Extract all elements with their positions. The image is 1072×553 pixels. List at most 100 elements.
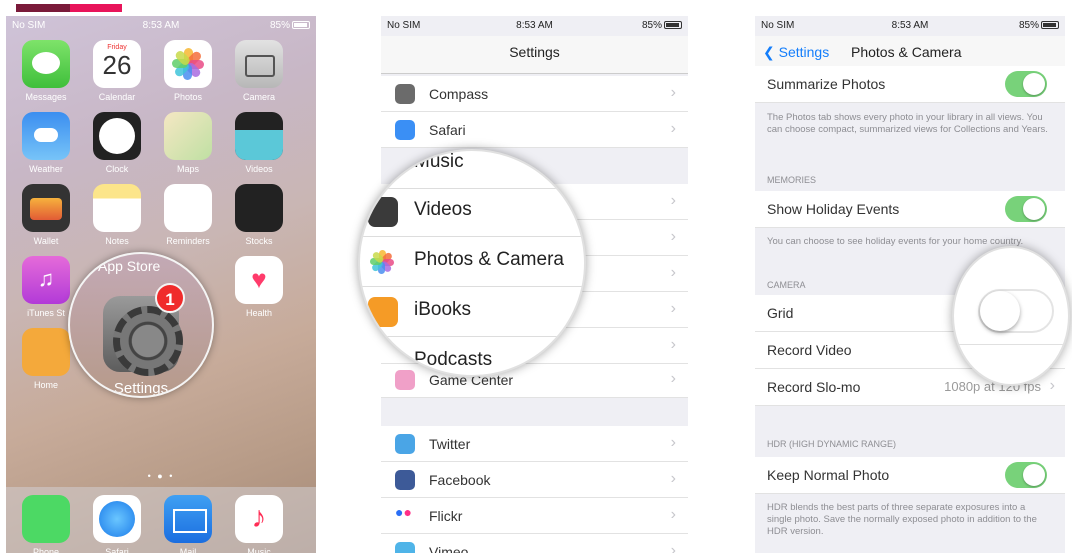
dock-music[interactable]: Music xyxy=(229,495,289,553)
status-bar: No SIM 8:53 AM 85% xyxy=(381,16,688,36)
app-itunes-st[interactable]: iTunes St xyxy=(16,256,76,318)
settings-row-safari[interactable]: Safari › xyxy=(381,112,688,148)
app-label: Notes xyxy=(105,236,129,246)
hdr-header: HDR (HIGH DYNAMIC RANGE) xyxy=(767,439,897,449)
battery-indicator: 85% xyxy=(1019,20,1059,31)
settings-row-label: Twitter xyxy=(429,436,471,452)
dock-mail[interactable]: Mail xyxy=(158,495,218,553)
settings-row-flickr[interactable]: ●● Flickr › xyxy=(381,498,688,534)
health-icon xyxy=(235,256,283,304)
app-weather[interactable]: Weather xyxy=(16,112,76,174)
app-calendar[interactable]: Friday 26 Calendar xyxy=(87,40,147,102)
settings-row-vimeo[interactable]: Vimeo › xyxy=(381,534,688,553)
settings-magnifier-list: Music Videos Photos & Camera iBooks Podcasts xyxy=(358,149,586,377)
app-label: Photos xyxy=(173,92,203,102)
dock-safari[interactable]: Safari xyxy=(87,495,147,553)
app-camera[interactable]: Camera xyxy=(229,40,289,102)
app-videos[interactable]: Videos xyxy=(229,112,289,174)
ibooks-icon xyxy=(368,297,398,327)
magnified-row-ibooks[interactable]: iBooks xyxy=(360,287,584,337)
settings-row-label: Flickr xyxy=(429,508,463,524)
status-bar: No SIM 8:53 AM 85% xyxy=(6,16,316,36)
reminders-icon xyxy=(164,184,212,232)
app-reminders[interactable]: Reminders xyxy=(158,184,218,246)
settings-row-label: Vimeo xyxy=(429,544,469,553)
chevron-right-icon: › xyxy=(670,264,676,281)
app-stocks[interactable]: Stocks xyxy=(229,184,289,246)
summarize-photos-toggle[interactable] xyxy=(1005,71,1047,97)
calendar-icon: Friday 26 xyxy=(93,40,141,88)
summarize-note: The Photos tab shows every photo in your… xyxy=(767,112,1048,135)
app-label: Safari xyxy=(105,547,129,553)
page-indicator: • ● • xyxy=(147,471,175,481)
vimeo-icon xyxy=(395,542,415,553)
app-messages[interactable]: Messages xyxy=(16,40,76,102)
chevron-right-icon: › xyxy=(670,370,676,387)
chevron-right-icon: › xyxy=(670,192,676,209)
app-label: Music xyxy=(247,547,271,553)
flickr-icon: ●● xyxy=(395,504,415,524)
settings-row-twitter[interactable]: Twitter › xyxy=(381,426,688,462)
app-clock[interactable]: Clock xyxy=(87,112,147,174)
chevron-right-icon: › xyxy=(670,120,676,137)
chevron-right-icon: › xyxy=(670,84,676,101)
magnified-row-videos[interactable]: Videos xyxy=(360,187,584,237)
clock-icon xyxy=(93,112,141,160)
holiday-events-label: Show Holiday Events xyxy=(767,201,900,217)
settings-row-facebook[interactable]: Facebook › xyxy=(381,462,688,498)
magnified-row-music[interactable]: Music xyxy=(360,151,584,189)
keep-normal-photo-toggle[interactable] xyxy=(1005,462,1047,488)
settings-app-label: Settings xyxy=(113,380,169,397)
app-home[interactable]: Home xyxy=(16,328,76,390)
memories-header: MEMORIES xyxy=(767,175,817,185)
app-wallet[interactable]: Wallet xyxy=(16,184,76,246)
holiday-events-row[interactable]: Show Holiday Events xyxy=(755,191,1065,228)
page-title: Photos & Camera xyxy=(851,44,962,60)
battery-icon xyxy=(664,21,682,29)
app-label: Calendar xyxy=(98,92,136,102)
chevron-right-icon: › xyxy=(670,228,676,245)
notes-icon xyxy=(93,184,141,232)
notification-badge: 1 xyxy=(155,283,185,313)
magnified-row-photos-camera[interactable]: Photos & Camera xyxy=(360,237,584,287)
calendar-day: 26 xyxy=(102,50,132,80)
chevron-left-icon: ❮ xyxy=(763,44,775,60)
app-label: Mail xyxy=(179,547,197,553)
settings-magnifier: App Store Settings xyxy=(68,252,214,398)
dock-phone[interactable]: Phone xyxy=(16,495,76,553)
chevron-right-icon: › xyxy=(670,470,676,487)
grid-toggle[interactable] xyxy=(978,289,1054,333)
status-bar: No SIM 8:53 AM 85% xyxy=(755,16,1065,36)
settings-row-label: Compass xyxy=(429,86,489,102)
hdr-note: HDR blends the best parts of three separ… xyxy=(767,502,1037,537)
wallet-icon xyxy=(22,184,70,232)
magnified-row-label: Podcasts xyxy=(414,349,493,370)
record-slomo-label: Record Slo-mo xyxy=(767,379,861,395)
battery-indicator: 85% xyxy=(270,20,310,31)
safari-icon xyxy=(93,495,141,543)
magnified-row-podcasts[interactable]: Podcasts xyxy=(360,337,584,375)
chevron-right-icon: › xyxy=(670,506,676,523)
app-health[interactable]: Health xyxy=(229,256,289,318)
app-label: Reminders xyxy=(166,236,210,246)
app-label: Weather xyxy=(29,164,63,174)
keep-normal-photo-row[interactable]: Keep Normal Photo xyxy=(755,457,1065,494)
app-label: Camera xyxy=(242,92,275,102)
holiday-events-toggle[interactable] xyxy=(1005,196,1047,222)
grid-toggle-magnifier xyxy=(952,246,1070,386)
back-button[interactable]: ❮ Settings xyxy=(763,44,829,61)
app-label: Stocks xyxy=(245,236,273,246)
record-video-label: Record Video xyxy=(767,342,852,358)
app-notes[interactable]: Notes xyxy=(87,184,147,246)
app-maps[interactable]: Maps xyxy=(158,112,218,174)
chevron-right-icon: › xyxy=(670,434,676,451)
magnified-row-label: Music xyxy=(414,151,464,172)
maps-icon xyxy=(164,112,212,160)
summarize-photos-row[interactable]: Summarize Photos xyxy=(755,66,1065,103)
grid-label: Grid xyxy=(767,305,794,321)
divider xyxy=(954,344,1068,345)
videos-icon xyxy=(368,197,398,227)
settings-row-compass[interactable]: Compass › xyxy=(381,76,688,112)
app-photos[interactable]: Photos xyxy=(158,40,218,102)
facebook-icon xyxy=(395,470,415,490)
